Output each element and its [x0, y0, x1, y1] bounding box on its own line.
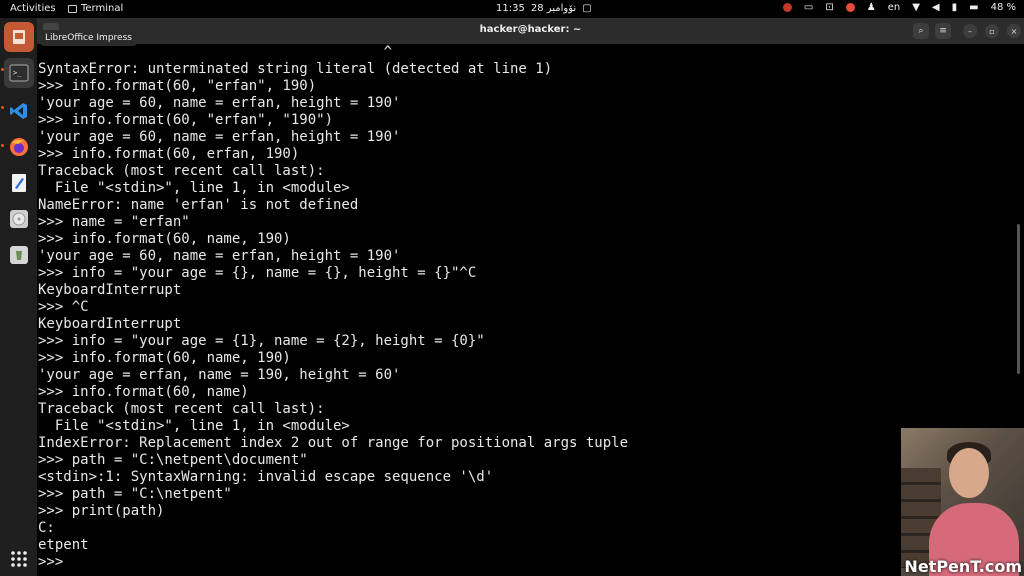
terminal-line: <stdin>:1: SyntaxWarning: invalid escape… — [38, 469, 494, 485]
language-indicator[interactable]: en — [888, 2, 901, 13]
dock-disc-icon[interactable] — [4, 204, 34, 234]
dock-firefox-icon[interactable] — [4, 132, 34, 162]
battery-percent: 48 % — [990, 2, 1016, 13]
record-icon[interactable] — [782, 3, 792, 12]
network-icon[interactable]: ⊡ — [825, 2, 833, 13]
terminal-lines: ^ SyntaxError: unterminated string litera… — [38, 44, 628, 571]
notification-icon: ▢ — [582, 3, 592, 14]
terminal-icon — [68, 4, 77, 13]
menu-icon[interactable]: ≡ — [935, 23, 951, 39]
terminal-line: >>> name = "erfan" — [38, 214, 190, 230]
terminal-line: Traceback (most recent call last): — [38, 401, 325, 417]
mic-icon[interactable]: ▮ — [952, 2, 958, 13]
top-bar: Activities Terminal 11:35 28 نۆوامبر ▢ ▭… — [0, 0, 1024, 18]
terminal-line: Traceback (most recent call last): — [38, 163, 325, 179]
terminal-line: KeyboardInterrupt — [38, 282, 182, 298]
terminal-line: IndexError: Replacement index 2 out of r… — [38, 435, 629, 451]
window-title: hacker@hacker: ~ — [479, 24, 582, 35]
terminal-line: >>> info.format(60, "erfan", "190") — [38, 112, 334, 128]
dock-vscode-icon[interactable] — [4, 96, 34, 126]
clock[interactable]: 11:35 28 نۆوامبر ▢ — [496, 3, 592, 14]
terminal-line: >>> info = "your age = {1}, name = {2}, … — [38, 333, 485, 349]
terminal-line: >>> info = "your age = {}, name = {}, he… — [38, 265, 477, 281]
terminal-line: File "<stdin>", line 1, in <module> — [38, 180, 350, 196]
maximize-icon[interactable]: ▫ — [985, 24, 999, 38]
dock: >_ — [0, 18, 37, 576]
terminal-line: >>> path = "C:\netpent\document" — [38, 452, 308, 468]
terminal-headerbar: hacker@hacker: ~ ⌕ ≡ – ▫ × — [37, 18, 1024, 44]
app-name: Terminal — [81, 3, 124, 14]
terminal-line: >>> ^C — [38, 299, 89, 315]
show-apps-icon[interactable] — [4, 544, 34, 574]
activities-button[interactable]: Activities — [10, 3, 56, 14]
dock-impress-icon[interactable] — [4, 22, 34, 52]
terminal-line: ^ — [38, 44, 393, 60]
app-menu[interactable]: Terminal — [68, 3, 123, 14]
screen-share-icon[interactable]: ▭ — [804, 2, 813, 13]
terminal-line: NameError: name 'erfan' is not defined — [38, 197, 359, 213]
terminal-line: etpent — [38, 537, 89, 553]
terminal-line: >>> info.format(60, "erfan", 190) — [38, 78, 317, 94]
terminal-line: >>> — [38, 554, 72, 570]
minimize-icon[interactable]: – — [963, 24, 977, 38]
scrollbar[interactable] — [1017, 224, 1020, 374]
dock-text-editor-icon[interactable] — [4, 168, 34, 198]
dock-tooltip: LibreOffice Impress — [40, 30, 137, 46]
battery-icon[interactable]: ▬ — [969, 2, 978, 13]
terminal-line: File "<stdin>", line 1, in <module> — [38, 418, 350, 434]
webcam-overlay: NetPenT.com — [901, 428, 1024, 576]
terminal-line: >>> info.format(60, name, 190) — [38, 231, 291, 247]
terminal-output[interactable]: ^ SyntaxError: unterminated string litera… — [37, 44, 1024, 576]
accessibility-icon[interactable]: ♟ — [867, 2, 876, 13]
stop-icon[interactable] — [845, 3, 855, 12]
terminal-line: KeyboardInterrupt — [38, 316, 182, 332]
brand-watermark: NetPenT.com — [904, 557, 1022, 576]
clock-date: 28 نۆوامبر — [530, 3, 577, 14]
search-icon[interactable]: ⌕ — [913, 23, 929, 39]
close-icon[interactable]: × — [1007, 24, 1021, 38]
wifi-icon[interactable]: ▼ — [912, 2, 920, 13]
dock-trash-icon[interactable] — [4, 240, 34, 270]
terminal-line: >>> path = "C:\netpent" — [38, 486, 232, 502]
terminal-line: >>> info.format(60, name, 190) — [38, 350, 291, 366]
terminal-line: >>> print(path) — [38, 503, 165, 519]
volume-icon[interactable]: ◀ — [932, 2, 940, 13]
terminal-line: 'your age = 60, name = erfan, height = 1… — [38, 248, 401, 264]
terminal-line: C: — [38, 520, 55, 536]
svg-text:>_: >_ — [13, 69, 22, 77]
presenter-head — [949, 448, 989, 498]
terminal-line: 'your age = 60, name = erfan, height = 1… — [38, 129, 401, 145]
terminal-line: >>> info.format(60, name) — [38, 384, 249, 400]
dock-terminal-icon[interactable]: >_ — [4, 58, 34, 88]
clock-time: 11:35 — [496, 3, 525, 14]
system-tray[interactable]: ▭ ⊡ ♟ en ▼ ◀ ▮ ▬ 48 % — [782, 2, 1016, 13]
terminal-line: 'your age = 60, name = erfan, height = 1… — [38, 95, 401, 111]
terminal-line: SyntaxError: unterminated string literal… — [38, 61, 553, 77]
terminal-line: >>> info.format(60, erfan, 190) — [38, 146, 300, 162]
terminal-line: 'your age = erfan, name = 190, height = … — [38, 367, 401, 383]
